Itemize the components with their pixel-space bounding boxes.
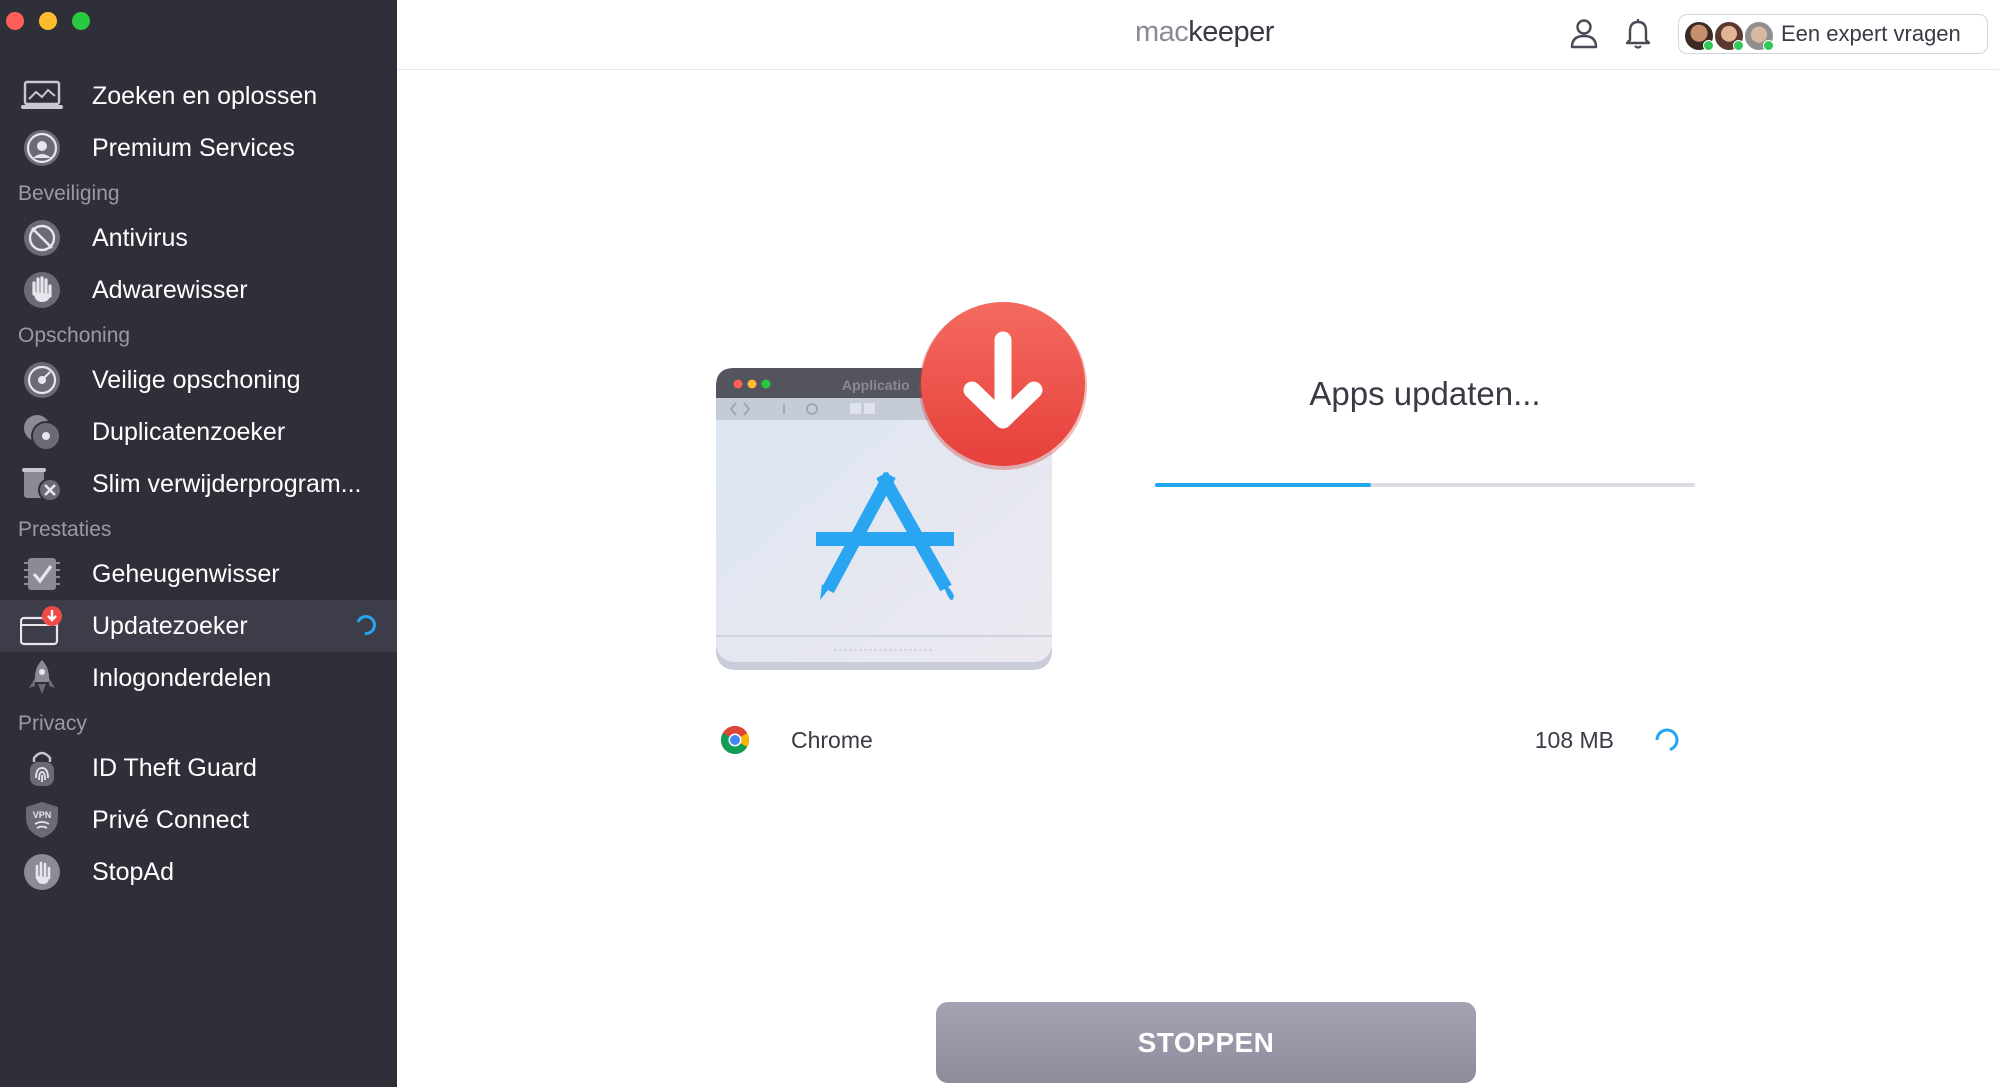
sidebar-item-id-theft-guard[interactable]: ID Theft Guard <box>0 742 397 794</box>
sidebar-item-label: Adwarewisser <box>92 275 248 304</box>
sidebar-item-label: Zoeken en oplossen <box>92 81 318 110</box>
loading-spinner-icon <box>1654 727 1680 753</box>
sidebar-item-inlogonderdelen[interactable]: Inlogonderdelen <box>0 652 397 704</box>
vpn-shield-icon: VPN <box>20 800 64 840</box>
sidebar-item-slim-verwijderprogramma[interactable]: Slim verwijderprogram... <box>0 458 397 510</box>
top-bar: mackeeper Een expert vragen <box>397 0 1999 70</box>
online-status-dot <box>1733 40 1744 51</box>
sidebar-item-veilige-opschoning[interactable]: Veilige opschoning <box>0 354 397 406</box>
app-size: 108 MB <box>1534 727 1614 753</box>
laptop-icon <box>20 76 64 116</box>
download-badge-icon <box>919 302 1087 470</box>
svg-text:VPN: VPN <box>33 810 52 820</box>
sidebar-item-prive-connect[interactable]: VPN Privé Connect <box>0 794 397 846</box>
sidebar-item-geheugenwisser[interactable]: Geheugenwisser <box>0 548 397 600</box>
sidebar-item-stopad[interactable]: StopAd <box>0 846 397 898</box>
sidebar-item-adwarewisser[interactable]: Adwarewisser <box>0 264 397 316</box>
minimize-window-button[interactable] <box>39 12 57 30</box>
disk-clean-icon <box>20 360 64 400</box>
sidebar-nav: Zoeken en oplossen Premium Services Beve… <box>0 70 397 898</box>
sidebar-item-updatezoeker[interactable]: Updatezoeker <box>0 600 397 652</box>
close-window-button[interactable] <box>6 12 24 30</box>
sidebar-item-antivirus[interactable]: Antivirus <box>0 212 397 264</box>
svg-text:Applicatio: Applicatio <box>842 377 910 393</box>
section-header: Opschoning <box>18 324 131 347</box>
sidebar-item-label: StopAd <box>92 857 175 886</box>
sidebar-item-label: Privé Connect <box>92 805 250 834</box>
update-tracker-icon <box>20 606 64 646</box>
section-header: Prestaties <box>18 518 112 541</box>
online-status-dot <box>1763 40 1774 51</box>
update-illustration: Applicatio <box>714 300 1094 680</box>
app-logo: mackeeper <box>1135 16 1274 49</box>
antivirus-icon <box>20 218 64 258</box>
logo-suffix: keeper <box>1188 16 1274 48</box>
sidebar-item-label: Premium Services <box>92 133 295 162</box>
sidebar-item-premium-services[interactable]: Premium Services <box>0 122 397 174</box>
list-item: Chrome 108 MB <box>720 718 1680 762</box>
sidebar-item-zoeken-en-oplossen[interactable]: Zoeken en oplossen <box>0 70 397 122</box>
uninstaller-icon <box>20 464 64 504</box>
sidebar-item-label: ID Theft Guard <box>92 753 257 782</box>
duplicates-icon <box>20 412 64 452</box>
section-header: Privacy <box>18 712 87 735</box>
section-header: Beveiliging <box>18 182 120 205</box>
window-controls <box>6 12 90 30</box>
sidebar-item-duplicatenzoeker[interactable]: Duplicatenzoeker <box>0 406 397 458</box>
sidebar-item-label: Inlogonderdelen <box>92 663 272 692</box>
sidebar-item-label: Geheugenwisser <box>92 559 280 588</box>
hand-stop-icon <box>20 270 64 310</box>
sidebar-item-label: Updatezoeker <box>92 611 248 640</box>
rocket-icon <box>20 658 64 698</box>
logo-prefix: mac <box>1135 16 1189 48</box>
status-title: Apps updaten... <box>1309 375 1541 412</box>
sidebar: Zoeken en oplossen Premium Services Beve… <box>0 0 397 1087</box>
sidebar-item-label: Antivirus <box>92 223 188 252</box>
progress-fill <box>1155 483 1371 487</box>
expert-avatars <box>1683 15 1775 53</box>
online-status-dot <box>1703 40 1714 51</box>
fingerprint-lock-icon <box>20 748 64 788</box>
account-icon[interactable] <box>1567 16 1601 50</box>
stop-button[interactable]: STOPPEN <box>936 1002 1476 1083</box>
chrome-icon <box>720 725 750 755</box>
sidebar-item-label: Veilige opschoning <box>92 365 301 394</box>
loading-spinner-icon <box>355 614 377 636</box>
stopad-hand-icon <box>20 852 64 892</box>
sidebar-item-label: Duplicatenzoeker <box>92 417 286 446</box>
app-name: Chrome <box>791 727 873 753</box>
update-progress-bar <box>1155 483 1695 487</box>
notifications-bell-icon[interactable] <box>1622 16 1654 50</box>
support-agent-icon <box>20 128 64 168</box>
ask-expert-label: Een expert vragen <box>1781 21 1961 46</box>
memory-icon <box>20 554 64 594</box>
sidebar-item-label: Slim verwijderprogram... <box>92 469 362 498</box>
zoom-window-button[interactable] <box>72 12 90 30</box>
ask-expert-button[interactable]: Een expert vragen <box>1678 14 1988 54</box>
